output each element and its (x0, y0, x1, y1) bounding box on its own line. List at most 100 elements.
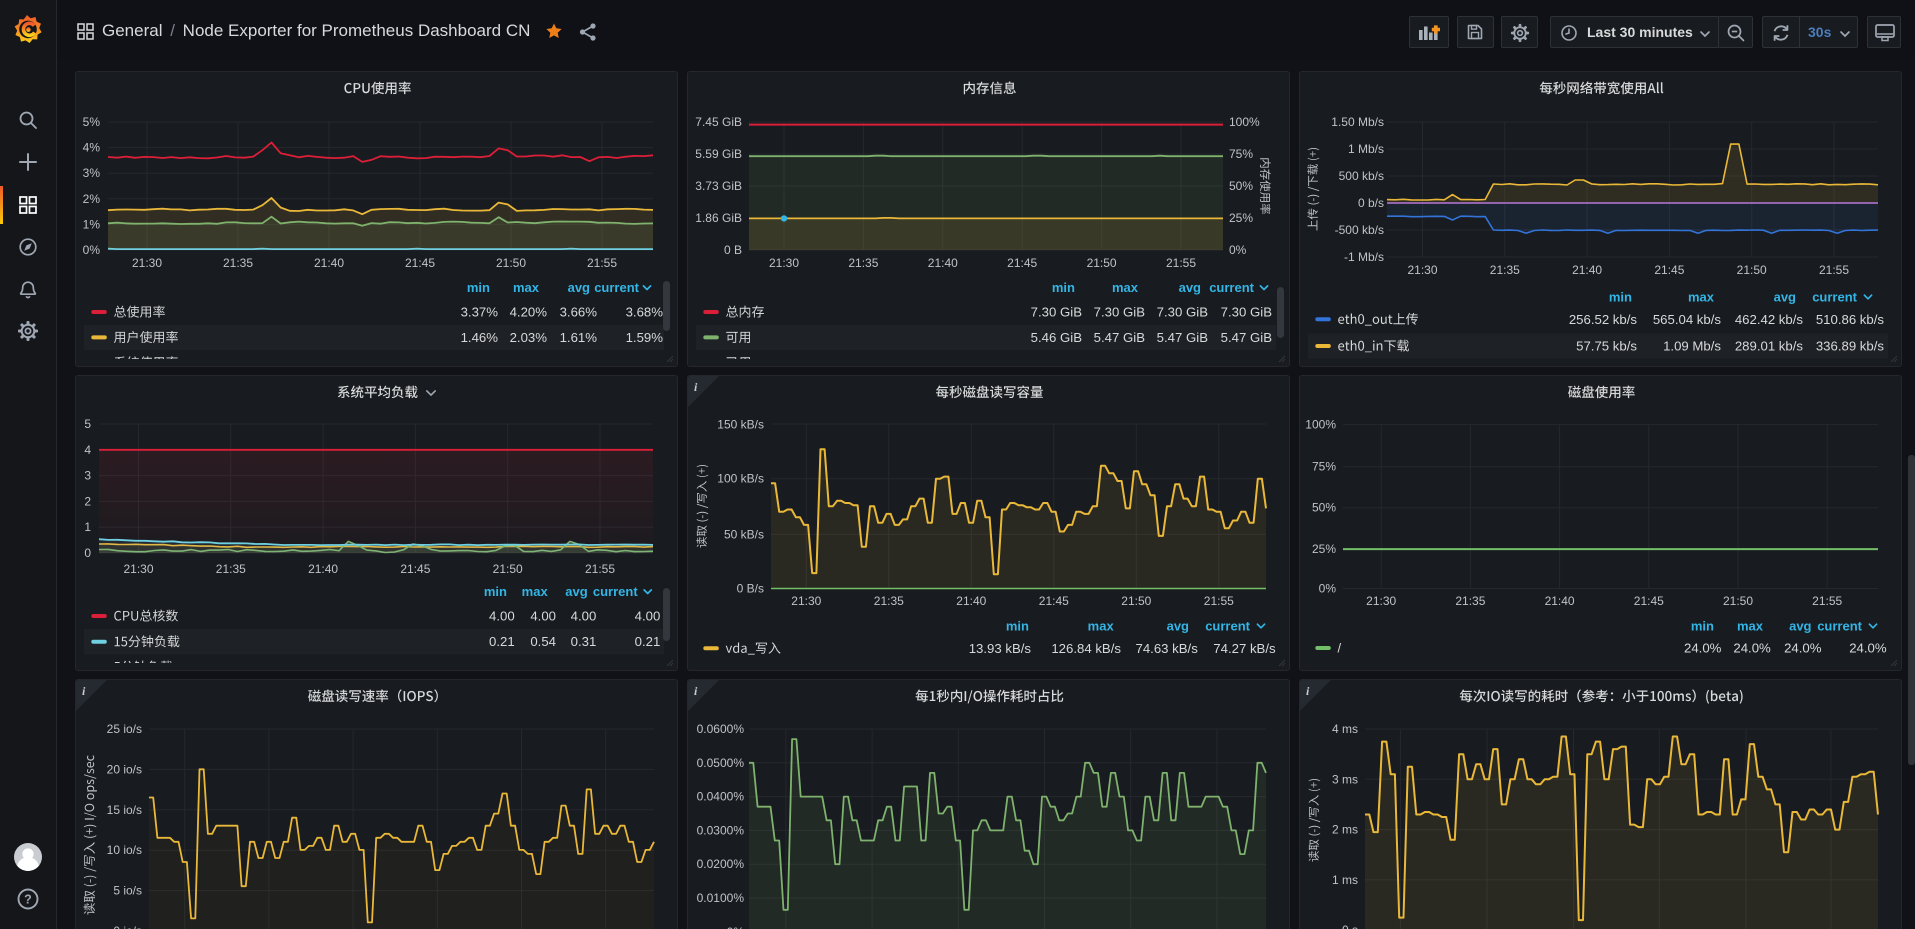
svg-text:?: ? (24, 893, 32, 907)
svg-text:21:35: 21:35 (1490, 263, 1520, 277)
svg-text:1: 1 (84, 520, 91, 534)
svg-text:1.09 Mb/s: 1.09 Mb/s (1663, 339, 1721, 354)
svg-text:25%: 25% (1312, 542, 1336, 556)
svg-text:1.61%: 1.61% (560, 330, 598, 345)
svg-text:5.47 GiB: 5.47 GiB (1094, 330, 1146, 345)
svg-text:5.59 GiB: 5.59 GiB (695, 147, 742, 161)
svg-text:4.00: 4.00 (635, 609, 661, 624)
svg-text:0.0600%: 0.0600% (697, 722, 745, 736)
svg-text:336.89 kb/s: 336.89 kb/s (1816, 339, 1885, 354)
svg-text:5.47 GiB: 5.47 GiB (1157, 330, 1209, 345)
svg-text:4.20%: 4.20% (510, 305, 548, 320)
svg-text:0 B/s: 0 B/s (737, 582, 764, 596)
svg-text:74.27 kB/s: 74.27 kB/s (1213, 641, 1276, 656)
svg-text:2: 2 (84, 494, 91, 508)
svg-text:21:50: 21:50 (493, 562, 523, 576)
svg-text:4.00: 4.00 (571, 609, 597, 624)
svg-text:21:55: 21:55 (585, 562, 615, 576)
svg-text:256.52 kb/s: 256.52 kb/s (1569, 312, 1638, 327)
svg-text:510.86 kb/s: 510.86 kb/s (1816, 312, 1885, 327)
svg-text:4.00: 4.00 (489, 609, 515, 624)
svg-text:5%: 5% (83, 115, 101, 129)
svg-text:21:55: 21:55 (1204, 594, 1234, 608)
svg-text:5: 5 (84, 417, 91, 431)
svg-text:0.0500%: 0.0500% (697, 756, 745, 770)
svg-text:7.30 GiB: 7.30 GiB (1157, 305, 1209, 320)
svg-text:500 kb/s: 500 kb/s (1339, 169, 1384, 183)
svg-text:25 io/s: 25 io/s (107, 722, 142, 736)
svg-text:5 io/s: 5 io/s (113, 884, 142, 898)
svg-text:-1 Mb/s: -1 Mb/s (1344, 250, 1384, 264)
svg-text:21:50: 21:50 (1723, 594, 1753, 608)
svg-text:0.0400%: 0.0400% (697, 790, 745, 804)
svg-text:75%: 75% (1229, 147, 1253, 161)
svg-text:75%: 75% (1312, 460, 1336, 474)
svg-text:24.0%: 24.0% (1784, 641, 1822, 656)
svg-text:0%: 0% (1319, 582, 1337, 596)
svg-text:21:50: 21:50 (1087, 256, 1117, 270)
svg-text:21:40: 21:40 (308, 562, 338, 576)
svg-text:21:45: 21:45 (400, 562, 430, 576)
svg-text:7.30 GiB: 7.30 GiB (1094, 305, 1146, 320)
svg-text:1.46%: 1.46% (461, 330, 499, 345)
svg-text:5.46 GiB: 5.46 GiB (1031, 330, 1083, 345)
svg-text:21:35: 21:35 (848, 256, 878, 270)
svg-text:0.31: 0.31 (571, 634, 597, 649)
svg-text:462.42 kb/s: 462.42 kb/s (1735, 312, 1804, 327)
svg-text:21:50: 21:50 (496, 256, 526, 270)
svg-text:100 kB/s: 100 kB/s (717, 472, 764, 486)
svg-text:21:45: 21:45 (405, 256, 435, 270)
svg-text:21:50: 21:50 (1121, 594, 1151, 608)
svg-text:20 io/s: 20 io/s (107, 762, 142, 776)
svg-text:0%: 0% (1229, 243, 1247, 257)
svg-text:1 ms: 1 ms (1332, 873, 1358, 887)
svg-text:max: max (522, 584, 549, 599)
svg-text:21:55: 21:55 (1812, 594, 1842, 608)
svg-text:1.59%: 1.59% (626, 330, 664, 345)
svg-text:0 s: 0 s (1342, 923, 1358, 929)
svg-text:1 Mb/s: 1 Mb/s (1348, 142, 1384, 156)
svg-text:24.0%: 24.0% (1849, 641, 1887, 656)
svg-text:1.86 GiB: 1.86 GiB (695, 211, 742, 225)
svg-text:100%: 100% (1305, 417, 1336, 431)
svg-text:21:35: 21:35 (874, 594, 904, 608)
svg-text:avg: avg (1167, 619, 1189, 634)
svg-text:0 io/s: 0 io/s (113, 924, 142, 929)
svg-text:21:40: 21:40 (314, 256, 344, 270)
svg-text:21:55: 21:55 (1166, 256, 1196, 270)
svg-text:21:35: 21:35 (216, 562, 246, 576)
svg-text:min: min (1052, 280, 1075, 295)
svg-text:21:40: 21:40 (1572, 263, 1602, 277)
svg-text:21:45: 21:45 (1007, 256, 1037, 270)
svg-text:current: current (593, 584, 638, 599)
svg-text:50%: 50% (1312, 501, 1336, 515)
svg-text:21:45: 21:45 (1039, 594, 1069, 608)
svg-text:3.66%: 3.66% (560, 305, 598, 320)
svg-text:25%: 25% (1229, 211, 1253, 225)
svg-text:current: current (1205, 619, 1250, 634)
svg-text:current: current (594, 280, 639, 295)
svg-text:0.21: 0.21 (489, 634, 515, 649)
svg-text:24.0%: 24.0% (1733, 641, 1771, 656)
svg-text:3: 3 (84, 469, 91, 483)
svg-text:3.73 GiB: 3.73 GiB (695, 179, 742, 193)
svg-text:3 ms: 3 ms (1332, 772, 1358, 786)
svg-text:21:30: 21:30 (123, 562, 153, 576)
svg-text:4 ms: 4 ms (1332, 722, 1358, 736)
svg-text:21:40: 21:40 (956, 594, 986, 608)
svg-text:max: max (1688, 290, 1715, 305)
svg-text:0: 0 (84, 546, 91, 560)
svg-text:21:35: 21:35 (1455, 594, 1485, 608)
svg-text:0.54: 0.54 (530, 634, 556, 649)
svg-text:289.01 kb/s: 289.01 kb/s (1735, 339, 1804, 354)
svg-text:2 ms: 2 ms (1332, 823, 1358, 837)
svg-text:0.21: 0.21 (635, 634, 661, 649)
svg-text:21:30: 21:30 (1407, 263, 1437, 277)
svg-text:min: min (484, 584, 507, 599)
svg-text:150 kB/s: 150 kB/s (717, 417, 764, 431)
svg-text:21:30: 21:30 (769, 256, 799, 270)
svg-text:21:35: 21:35 (223, 256, 253, 270)
svg-text:current: current (1817, 619, 1862, 634)
svg-text:0%: 0% (727, 925, 745, 929)
svg-text:4%: 4% (83, 141, 101, 155)
